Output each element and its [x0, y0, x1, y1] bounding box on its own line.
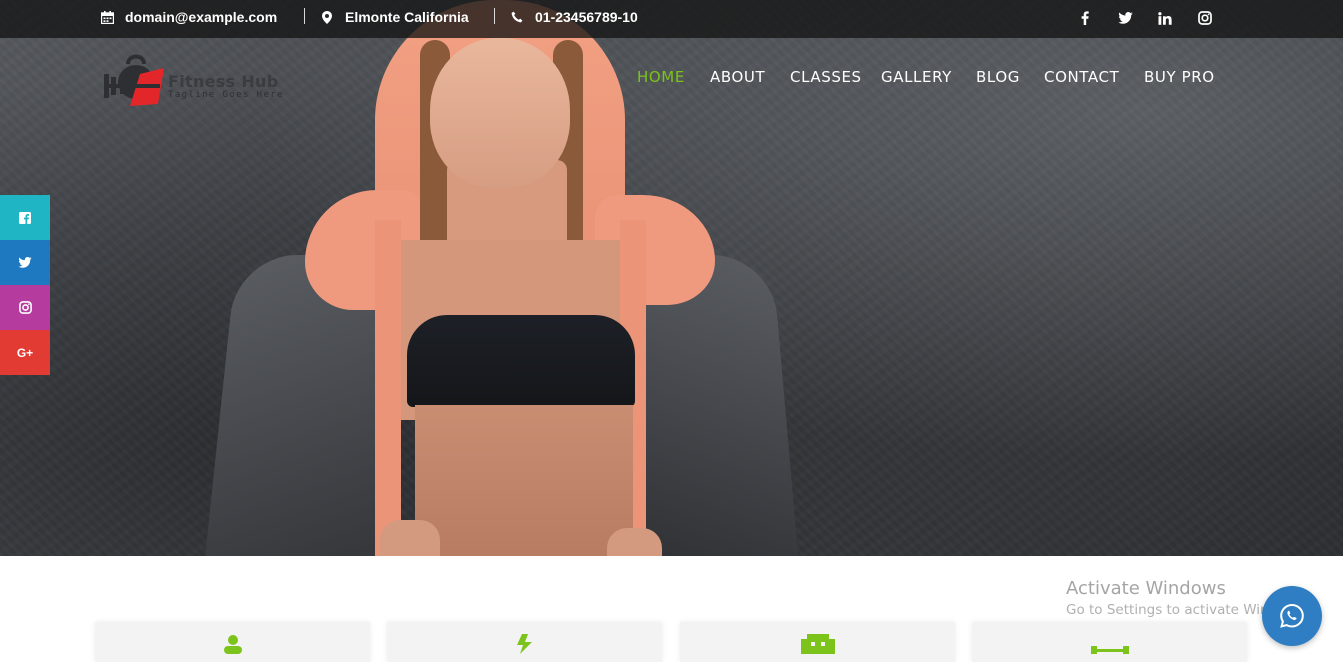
top-info-bar: domain@example.com Elmonte California 01…: [0, 0, 1343, 38]
side-twitter-icon[interactable]: [0, 240, 50, 285]
nav-classes[interactable]: CLASSES: [790, 68, 862, 86]
side-facebook-icon[interactable]: [0, 195, 50, 240]
logo-title: Fitness Hub: [168, 72, 279, 91]
nav-home[interactable]: HOME: [637, 68, 685, 86]
person-icon: [220, 634, 246, 659]
google-plus-label: G+: [16, 345, 34, 360]
site-logo[interactable]: Fitness Hub Tagline Goes Here: [100, 48, 300, 114]
floating-social-bar: G+: [0, 195, 50, 375]
feature-card[interactable]: [972, 622, 1247, 662]
email-info[interactable]: domain@example.com: [100, 0, 277, 34]
twitter-icon[interactable]: [1115, 0, 1135, 36]
nav-contact[interactable]: CONTACT: [1044, 68, 1119, 86]
hero-athlete-image: [205, 0, 799, 556]
email-text: domain@example.com: [125, 9, 278, 25]
location-text: Elmonte California: [345, 9, 469, 25]
phone-info[interactable]: 01-23456789-10: [510, 0, 638, 34]
divider: [304, 8, 305, 24]
nav-gallery[interactable]: GALLERY: [881, 68, 952, 86]
linkedin-icon[interactable]: [1155, 0, 1175, 36]
facebook-icon[interactable]: [1075, 0, 1095, 36]
feature-card[interactable]: [387, 622, 662, 662]
side-google-plus-icon[interactable]: G+: [0, 330, 50, 375]
whatsapp-chat-button[interactable]: [1262, 586, 1322, 646]
location-info: Elmonte California: [320, 0, 469, 34]
feature-card[interactable]: [95, 622, 370, 662]
instagram-icon[interactable]: [1195, 0, 1215, 36]
nav-buy-pro[interactable]: BUY PRO: [1144, 68, 1215, 86]
divider: [494, 8, 495, 24]
map-marker-icon: [320, 10, 334, 24]
building-icon: [800, 634, 835, 659]
dumbbell-icon: [1090, 634, 1129, 659]
lightning-icon: [514, 634, 536, 659]
side-instagram-icon[interactable]: [0, 285, 50, 330]
kettlebell-logo-icon: [104, 54, 164, 106]
phone-text: 01-23456789-10: [535, 9, 638, 25]
phone-icon: [510, 10, 524, 24]
feature-card[interactable]: [680, 622, 955, 662]
whatsapp-icon: [1280, 603, 1304, 628]
logo-tagline: Tagline Goes Here: [168, 90, 284, 100]
calendar-icon: [100, 10, 114, 24]
nav-blog[interactable]: BLOG: [976, 68, 1020, 86]
nav-about[interactable]: ABOUT: [710, 68, 765, 86]
